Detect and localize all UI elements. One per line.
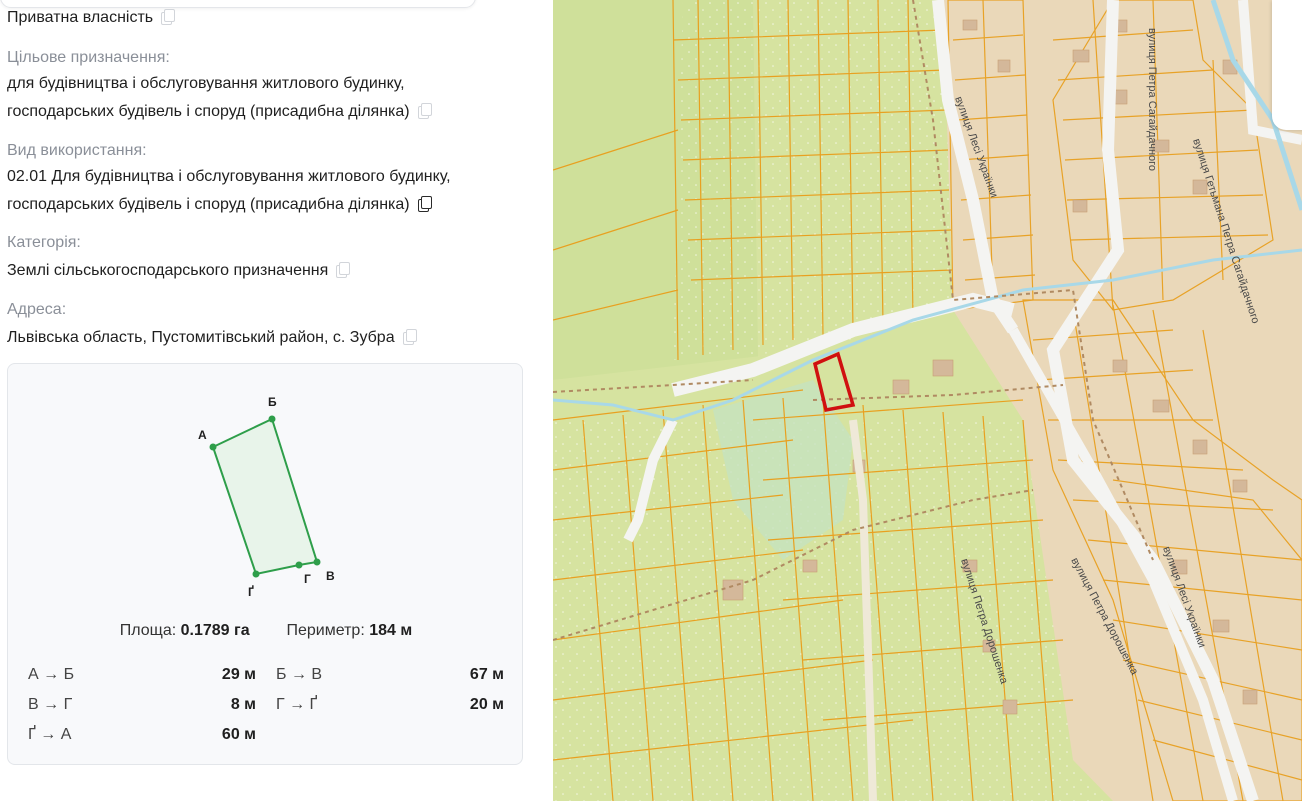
address-value: Львівська область, Пустомитівський район… [7, 324, 527, 352]
ownership-value: Приватна власність [7, 4, 527, 32]
vertex-marker [295, 561, 303, 569]
ownership-field: Приватна власність [7, 4, 527, 32]
side-lengths-table: А → Б 29 м Б → В 67 м В → Г 8 м Г → Ґ 20 м Ґ… [28, 660, 504, 750]
category-value: Землі сільськогосподарського призначення [7, 257, 527, 285]
side-row: В → Г 8 м Г → Ґ 20 м [28, 690, 504, 720]
purpose-value-line1: для будівництва і обслуговування житлово… [7, 75, 405, 92]
side-length: 60 м [221, 726, 256, 743]
usage-value-line1: 02.01 Для будівництва і обслуговування ж… [7, 168, 451, 185]
parcel-info-panel: Приватна власність Цільове призначення: … [0, 0, 553, 801]
area-label: Площа: [119, 622, 177, 639]
purpose-field: Цільове призначення: для будівництва і о… [7, 48, 527, 126]
vertex-label: В [326, 569, 335, 583]
area-perimeter-stats: Площа: 0.1789 га Периметр: 184 м [8, 622, 524, 640]
copy-icon[interactable] [336, 262, 351, 278]
copy-icon[interactable] [417, 103, 432, 119]
perimeter-label: Периметр: [286, 622, 365, 639]
vertex-label: А [198, 428, 207, 442]
vertex-label: Ґ [248, 584, 254, 599]
copy-icon[interactable] [402, 329, 417, 345]
copy-icon[interactable] [417, 196, 432, 212]
address-field: Адреса: Львівська область, Пустомитівськ… [7, 300, 527, 352]
address-label: Адреса: [7, 301, 67, 318]
vertex-marker [252, 570, 260, 578]
street-label: вулиця Петра Сагайдачного [1146, 28, 1158, 171]
side-length: 29 м [221, 666, 256, 683]
side-row: А → Б 29 м Б → В 67 м [28, 660, 504, 690]
usage-label: Вид використання: [7, 142, 147, 159]
map-canvas[interactable]: вулиця Петра Сагайдачного вулиця Лесі Ук… [553, 0, 1302, 801]
vertex-marker [209, 443, 217, 451]
side-row: Ґ → А 60 м [28, 720, 504, 750]
category-field: Категорія: Землі сільськогосподарського … [7, 233, 527, 285]
purpose-label: Цільове призначення: [7, 49, 170, 66]
side-name: А → Б [28, 666, 75, 683]
side-name: Б → В [276, 666, 323, 683]
parcel-geometry-card: А Б В Г Ґ Площа: 0.1789 га Периметр: 184… [7, 363, 523, 765]
vertex-label: Б [268, 395, 277, 409]
cadastral-map[interactable]: вулиця Петра Сагайдачного вулиця Лесі Ук… [553, 0, 1302, 801]
parcel-polygon [211, 417, 319, 576]
area-value: 0.1789 га [180, 622, 250, 639]
vertex-marker [268, 415, 276, 423]
side-name: В → Г [28, 696, 73, 713]
perimeter-value: 184 м [369, 622, 413, 639]
usage-value-line2: господарських будівель і споруд (присади… [7, 191, 527, 219]
usage-field: Вид використання: 02.01 Для будівництва … [7, 141, 527, 219]
side-name: Ґ → А [28, 726, 72, 743]
side-length: 20 м [469, 696, 504, 713]
purpose-value-line2: господарських будівель і споруд (присади… [7, 98, 527, 126]
side-length: 8 м [230, 696, 256, 713]
side-name: Г → Ґ [276, 696, 318, 713]
parcel-shape-diagram: А Б В Г Ґ [198, 395, 335, 599]
vertex-label: Г [304, 572, 311, 586]
copy-icon[interactable] [161, 9, 176, 25]
map-control-panel-edge[interactable] [1272, 0, 1302, 130]
vertex-marker [313, 558, 321, 566]
side-length: 67 м [469, 666, 504, 683]
category-label: Категорія: [7, 234, 81, 251]
